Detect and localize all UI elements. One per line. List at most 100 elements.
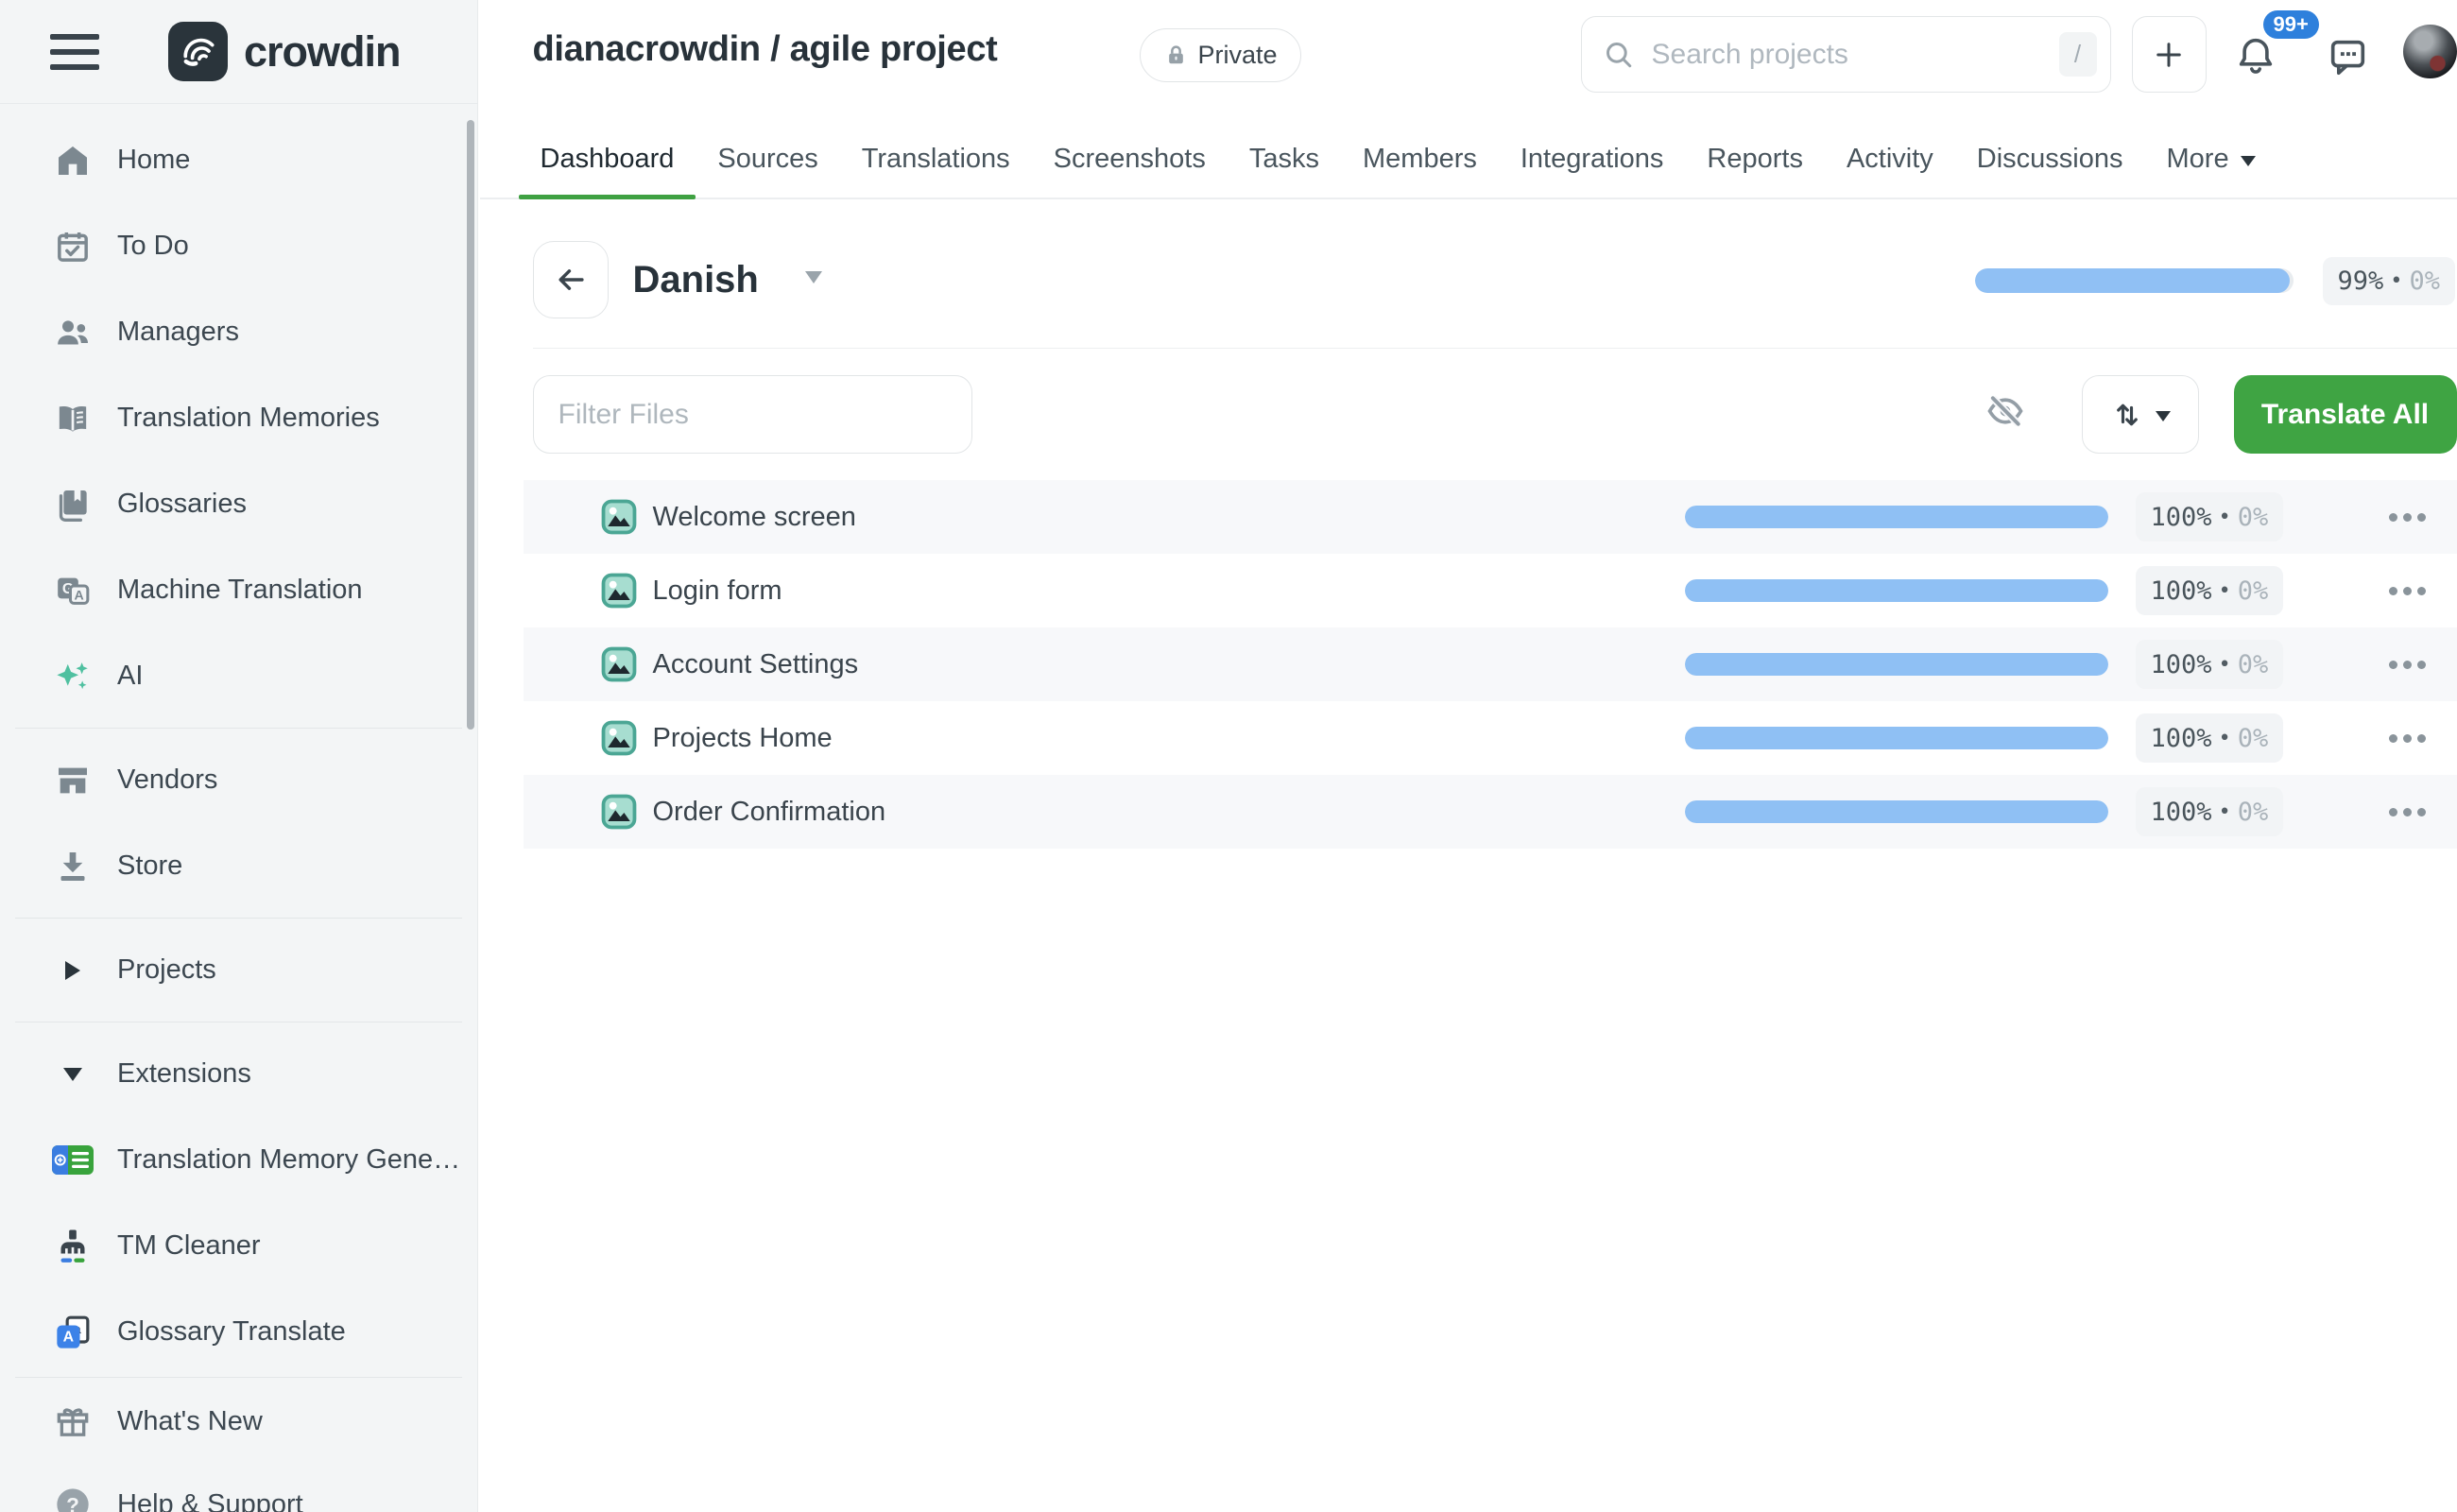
file-actions-menu[interactable] <box>2381 554 2433 627</box>
sidebar-item-extensions[interactable]: Extensions <box>0 1031 477 1117</box>
tab-more[interactable]: More <box>2145 120 2277 198</box>
tab-integrations[interactable]: Integrations <box>1499 120 1686 198</box>
sidebar-item-vendors[interactable]: Vendors <box>0 737 477 823</box>
file-progress-badge: 100%•0% <box>2136 640 2284 689</box>
sort-arrows-icon <box>2110 398 2144 432</box>
file-actions-menu[interactable] <box>2381 627 2433 701</box>
main-content: dianacrowdin / agile project Private / 9… <box>480 0 2457 849</box>
sidebar-item-help-support[interactable]: ? Help & Support <box>0 1463 477 1512</box>
tab-sources[interactable]: Sources <box>696 120 839 198</box>
file-progress-badge: 100%•0% <box>2136 787 2284 836</box>
home-icon <box>51 139 94 182</box>
project-search: / <box>1581 16 2111 93</box>
sidebar-divider <box>15 728 462 729</box>
notification-count-badge: 99+ <box>2263 10 2319 39</box>
managers-icon <box>51 311 94 354</box>
file-actions-menu[interactable] <box>2381 701 2433 775</box>
messages-button[interactable] <box>2326 35 2369 78</box>
sidebar-item-tm-generator[interactable]: Translation Memory Gene… <box>0 1117 477 1203</box>
toggle-hidden-files-button[interactable] <box>1984 390 2026 432</box>
sidebar-item-store[interactable]: Store <box>0 823 477 909</box>
tab-reports[interactable]: Reports <box>1685 120 1825 198</box>
glossaries-icon <box>51 483 94 526</box>
help-icon: ? <box>51 1483 94 1512</box>
language-progress-badge: 99%•0% <box>2323 257 2456 305</box>
sidebar-item-home[interactable]: Home <box>0 117 477 203</box>
tab-tasks[interactable]: Tasks <box>1228 120 1341 198</box>
language-dropdown-caret[interactable] <box>805 271 822 284</box>
image-file-icon <box>601 720 637 756</box>
notifications-button[interactable] <box>2234 31 2281 80</box>
chat-icon <box>2326 35 2369 78</box>
sidebar-item-glossaries[interactable]: Glossaries <box>0 461 477 547</box>
sidebar-item-translation-memories[interactable]: Translation Memories <box>0 375 477 461</box>
file-row[interactable]: Account Settings 100%•0% <box>524 627 2457 701</box>
file-row[interactable]: Order Confirmation 100%•0% <box>524 775 2457 849</box>
file-progress-bar <box>1685 506 2108 528</box>
arrow-left-icon <box>553 262 589 298</box>
sort-files-button[interactable] <box>2082 375 2199 454</box>
whats-new-gift-icon <box>51 1400 94 1443</box>
sidebar-item-projects[interactable]: Projects <box>0 927 477 1013</box>
file-row[interactable]: Projects Home 100%•0% <box>524 701 2457 775</box>
project-title: dianacrowdin / agile project <box>533 29 998 70</box>
sidebar-divider <box>15 918 462 919</box>
crowdin-logo[interactable]: crowdin <box>168 22 401 81</box>
bell-icon <box>2234 33 2277 78</box>
vendors-icon <box>51 759 94 802</box>
top-header: dianacrowdin / agile project Private / 9… <box>480 0 2457 120</box>
sidebar-item-managers[interactable]: Managers <box>0 289 477 375</box>
chevron-down-icon <box>2241 156 2256 166</box>
file-list: Welcome screen 100%•0% Login form 100%•0… <box>524 480 2457 849</box>
file-actions-menu[interactable] <box>2381 775 2433 849</box>
back-button[interactable] <box>533 241 609 318</box>
tab-members[interactable]: Members <box>1341 120 1499 198</box>
translation-memories-icon <box>51 397 94 440</box>
glossary-translate-icon: aA <box>51 1311 94 1354</box>
sidebar-item-todo[interactable]: To Do <box>0 203 477 289</box>
tab-screenshots[interactable]: Screenshots <box>1032 120 1228 198</box>
create-project-button[interactable] <box>2132 16 2207 93</box>
search-input[interactable] <box>1650 38 2059 72</box>
svg-text:A: A <box>63 1329 75 1345</box>
todo-calendar-icon <box>51 225 94 268</box>
file-progress-badge: 100%•0% <box>2136 492 2284 541</box>
file-progress-bar <box>1685 653 2108 676</box>
tab-translations[interactable]: Translations <box>840 120 1032 198</box>
search-shortcut-key: / <box>2059 32 2097 77</box>
file-name: Welcome screen <box>653 480 856 554</box>
file-row[interactable]: Login form 100%•0% <box>524 554 2457 627</box>
file-name: Account Settings <box>653 627 859 701</box>
file-progress-badge: 100%•0% <box>2136 713 2284 763</box>
tab-dashboard[interactable]: Dashboard <box>519 120 696 198</box>
language-name: Danish <box>633 241 759 318</box>
sidebar-item-tm-cleaner[interactable]: TM Cleaner <box>0 1203 477 1289</box>
tab-activity[interactable]: Activity <box>1825 120 1955 198</box>
user-avatar[interactable] <box>2403 25 2457 78</box>
file-name: Login form <box>653 554 782 627</box>
machine-translation-icon: GA <box>51 569 94 612</box>
tab-discussions[interactable]: Discussions <box>1955 120 2145 198</box>
tm-cleaner-icon <box>51 1225 94 1268</box>
file-name: Order Confirmation <box>653 775 886 849</box>
file-row[interactable]: Welcome screen 100%•0% <box>524 480 2457 554</box>
svg-text:A: A <box>75 588 84 603</box>
image-file-icon <box>601 499 637 535</box>
sidebar: crowdin Home To Do Managers Translation … <box>0 0 478 1512</box>
search-icon <box>1603 39 1635 71</box>
translate-all-button[interactable]: Translate All <box>2234 375 2457 454</box>
sidebar-item-machine-translation[interactable]: GA Machine Translation <box>0 547 477 633</box>
eye-off-icon <box>1984 390 2026 432</box>
filter-files-input[interactable] <box>533 375 972 454</box>
file-actions-menu[interactable] <box>2381 480 2433 554</box>
image-file-icon <box>601 573 637 609</box>
sidebar-item-glossary-translate[interactable]: aA Glossary Translate <box>0 1289 477 1375</box>
sidebar-item-whats-new[interactable]: What's New <box>0 1380 477 1463</box>
language-progress-bar <box>1975 268 2294 293</box>
menu-toggle-button[interactable] <box>50 34 99 70</box>
image-file-icon <box>601 646 637 682</box>
sidebar-scrollbar[interactable] <box>467 120 474 730</box>
sidebar-nav: Home To Do Managers Translation Memories… <box>0 104 477 1512</box>
sidebar-item-ai[interactable]: AI <box>0 633 477 719</box>
privacy-badge: Private <box>1140 28 1301 82</box>
